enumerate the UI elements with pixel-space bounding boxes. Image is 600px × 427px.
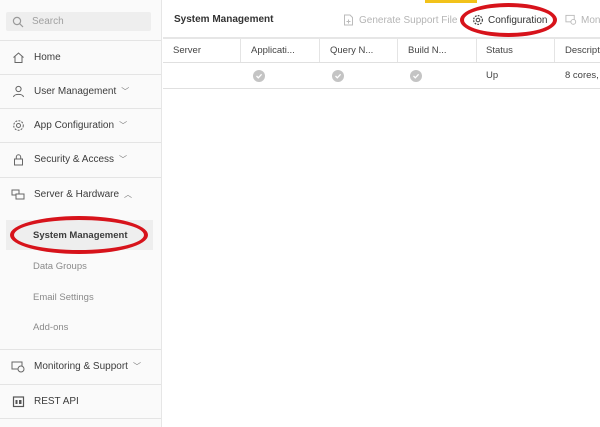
sidebar-item-label: Home — [34, 52, 61, 63]
sidebar-subitem-email-settings[interactable]: Email Settings — [0, 282, 161, 312]
monitor-icon — [11, 360, 25, 374]
check-icon — [253, 70, 265, 82]
api-icon — [11, 395, 25, 409]
chevron-down-icon: ﹀ — [119, 155, 128, 164]
sidebar-item-label: Security & Access — [34, 154, 115, 165]
sidebar-item-label: Monitoring & Support — [34, 361, 128, 372]
sidebar-subitem-label: Add-ons — [33, 321, 69, 333]
monitor-label: Mon — [581, 14, 600, 26]
column-header-query-node[interactable]: Query N... — [320, 39, 398, 62]
search-box[interactable] — [6, 12, 151, 31]
chevron-down-icon: ﹀ — [121, 87, 130, 96]
sidebar-subitem-label: Email Settings — [33, 291, 94, 303]
sidebar-subitem-data-groups[interactable]: Data Groups — [0, 251, 161, 281]
sidebar-item-label: Server & Hardware — [34, 189, 120, 200]
sidebar: Home User Management ﹀ App Configuration… — [0, 0, 162, 427]
column-header-status[interactable]: Status — [477, 39, 555, 62]
sidebar-item-home[interactable]: Home — [0, 40, 161, 74]
sidebar-item-label: User Management — [34, 86, 117, 97]
chevron-up-icon: ︿ — [124, 190, 133, 199]
servers-table: Server Applicati... Query N... Build N..… — [163, 38, 600, 89]
sidebar-divider — [0, 418, 161, 419]
sidebar-item-user-management[interactable]: User Management ﹀ — [0, 74, 161, 108]
column-header-description[interactable]: Descripti — [555, 39, 600, 62]
home-icon — [11, 51, 25, 65]
chevron-down-icon: ﹀ — [132, 362, 141, 371]
sidebar-item-label: App Configuration — [34, 120, 115, 131]
generate-support-file-label: Generate Support File — [359, 14, 458, 26]
cell-description: 8 cores, 3 — [565, 70, 600, 81]
column-header-server[interactable]: Server — [163, 39, 241, 62]
search-icon — [12, 16, 24, 28]
sidebar-item-monitoring-support[interactable]: Monitoring & Support ﹀ — [0, 349, 161, 383]
sidebar-subitem-label: Data Groups — [33, 260, 87, 272]
generate-support-file-button[interactable]: Generate Support File — [343, 12, 457, 28]
search-input[interactable] — [32, 16, 142, 27]
page-title: System Management — [174, 14, 274, 25]
gear-icon — [472, 14, 484, 26]
monitor-icon — [565, 14, 577, 26]
sidebar-item-app-configuration[interactable]: App Configuration ﹀ — [0, 108, 161, 142]
table-header: Server Applicati... Query N... Build N..… — [163, 38, 600, 63]
table-row[interactable]: Up 8 cores, 3 — [163, 63, 600, 89]
check-icon — [410, 70, 422, 82]
sidebar-subitem-label: System Management — [33, 229, 128, 241]
column-header-build-node[interactable]: Build N... — [398, 39, 477, 62]
active-tab-indicator — [425, 0, 477, 3]
chevron-down-icon: ﹀ — [119, 121, 128, 130]
lock-icon — [11, 153, 25, 167]
sidebar-item-rest-api[interactable]: REST API — [0, 384, 161, 418]
gear-icon — [11, 119, 25, 133]
top-toolbar: System Management Generate Support File … — [163, 0, 600, 38]
check-icon — [332, 70, 344, 82]
sidebar-subitem-add-ons[interactable]: Add-ons — [0, 312, 161, 342]
column-header-application[interactable]: Applicati... — [241, 39, 320, 62]
configuration-button[interactable]: Configuration — [472, 12, 547, 28]
sidebar-item-server-hardware[interactable]: Server & Hardware ︿ — [0, 177, 161, 211]
sidebar-subitem-system-management[interactable]: System Management — [6, 220, 153, 250]
configuration-label: Configuration — [488, 14, 548, 26]
file-icon — [343, 14, 355, 26]
sidebar-item-label: REST API — [34, 396, 79, 407]
sidebar-item-security-access[interactable]: Security & Access ﹀ — [0, 142, 161, 176]
cell-server — [163, 63, 241, 88]
cell-status: Up — [486, 70, 499, 81]
server-icon — [11, 188, 25, 202]
user-icon — [11, 85, 25, 99]
monitor-button[interactable]: Mon — [565, 12, 600, 28]
